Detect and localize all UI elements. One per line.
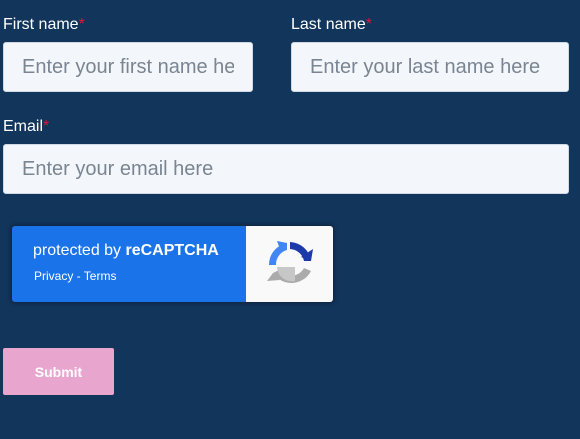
contact-form: First name* Last name* Email* protected …	[0, 0, 580, 439]
recaptcha-logo-icon	[266, 241, 313, 283]
first-name-input[interactable]	[3, 42, 253, 92]
required-asterisk: *	[43, 118, 50, 135]
required-asterisk: *	[365, 16, 372, 33]
last-name-label: Last name*	[291, 15, 372, 35]
link-separator: -	[73, 269, 84, 283]
terms-link[interactable]: Terms	[84, 269, 117, 283]
last-name-label-text: Last name	[291, 16, 366, 33]
recaptcha-logo-panel	[246, 226, 333, 302]
recaptcha-protected-text: protected by reCAPTCHA	[33, 242, 219, 260]
privacy-link[interactable]: Privacy	[34, 269, 73, 283]
first-name-label: First name*	[3, 15, 85, 35]
recaptcha-brand: reCAPTCHA	[125, 242, 219, 259]
required-asterisk: *	[78, 16, 85, 33]
first-name-label-text: First name	[3, 16, 79, 33]
recaptcha-text-panel: protected by reCAPTCHA Privacy - Terms	[12, 226, 246, 302]
email-label: Email*	[3, 117, 49, 137]
recaptcha-links: Privacy - Terms	[34, 269, 116, 283]
recaptcha-prefix: protected by	[33, 242, 126, 259]
email-label-text: Email	[3, 118, 44, 135]
recaptcha-badge[interactable]: protected by reCAPTCHA Privacy - Terms	[12, 226, 333, 302]
last-name-input[interactable]	[291, 42, 569, 92]
email-input[interactable]	[3, 144, 569, 194]
submit-button[interactable]: Submit	[3, 348, 114, 395]
